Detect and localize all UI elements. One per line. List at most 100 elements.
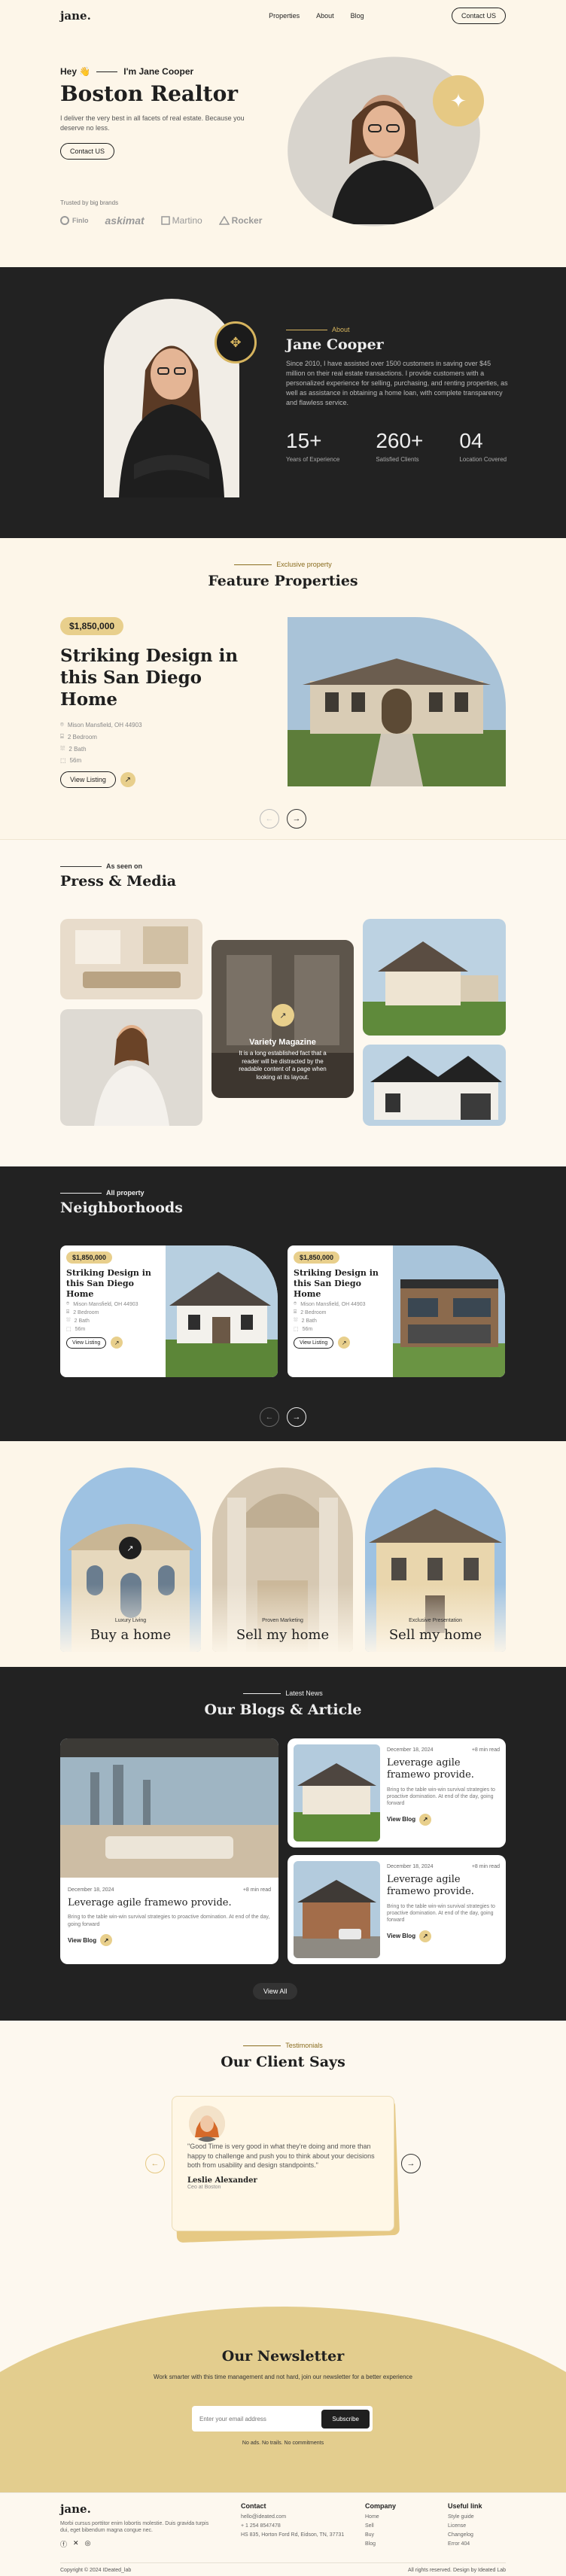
blogs-section: Latest News Our Blogs & Article December… xyxy=(0,1667,566,2021)
view-listing-button[interactable]: View Listing xyxy=(66,1337,107,1349)
sparkle-icon: ✦ xyxy=(433,75,484,126)
footer-link-buy[interactable]: Buy xyxy=(365,2532,433,2538)
footer-link-changelog[interactable]: Changelog xyxy=(448,2532,508,2538)
x-icon[interactable]: ✕ xyxy=(73,2539,79,2549)
subscribe-button[interactable]: Subscribe xyxy=(321,2409,370,2428)
modern-home-image xyxy=(393,1245,505,1377)
service-card-sell[interactable]: Proven Marketing Sell my home xyxy=(212,1467,353,1652)
area-icon: ⬚ xyxy=(294,1327,299,1333)
email-input[interactable] xyxy=(199,2415,322,2422)
service-label: Luxury Living xyxy=(114,1618,147,1623)
stat-item: 260+ Satisfied Clients xyxy=(376,429,423,463)
nav-link-about[interactable]: About xyxy=(316,12,334,20)
copyright: Copyright © 2024 IDeated_lab xyxy=(60,2568,132,2573)
services-section: ↗ Luxury Living Buy a home Proven Market… xyxy=(0,1441,566,1667)
bath-text: 2 Bath xyxy=(68,745,87,753)
facebook-icon[interactable]: ⓕ xyxy=(60,2539,67,2549)
testimonial-name: Leslie Alexander xyxy=(187,2176,257,2185)
arrow-up-right-icon[interactable]: ↗ xyxy=(120,772,135,788)
view-listing-button[interactable]: View Listing xyxy=(294,1337,334,1349)
blog-date: December 18, 2024 xyxy=(68,1887,114,1893)
view-blog-link[interactable]: View Blog ↗ xyxy=(68,1934,271,1947)
house-image xyxy=(363,919,506,1036)
footer-link-error[interactable]: Error 404 xyxy=(448,2541,508,2547)
footer-link-sell[interactable]: Sell xyxy=(365,2523,433,2529)
logo[interactable]: jane. xyxy=(60,9,91,23)
next-arrow-icon[interactable]: → xyxy=(287,1407,306,1427)
price-badge: $1,850,000 xyxy=(294,1252,340,1264)
area-text: 56m xyxy=(75,1326,86,1332)
blog-card-featured[interactable]: December 18, 2024 +8 min read Leverage ag… xyxy=(60,1738,278,1964)
neigh-title: Neighborhoods xyxy=(60,1200,183,1216)
property-card[interactable]: $1,850,000 Striking Design in this San D… xyxy=(288,1245,505,1377)
blog-meta: December 18, 2024 +8 min read xyxy=(387,1864,500,1869)
footer-link-home[interactable]: Home xyxy=(365,2514,433,2520)
next-arrow-icon[interactable]: → xyxy=(287,809,306,829)
bed-icon: ⌸ xyxy=(66,1309,70,1315)
footer-link-style-guide[interactable]: Style guide xyxy=(448,2514,508,2520)
prev-arrow-icon[interactable]: ← xyxy=(260,809,279,829)
about-kicker: About xyxy=(286,326,512,333)
featured-kicker: Exclusive property xyxy=(0,561,566,568)
press-image-living-room[interactable] xyxy=(60,919,202,999)
blogs-kicker: Latest News xyxy=(0,1689,566,1697)
footer-address: HS 835, Horton Ford Rd, Eidson, TN, 3773… xyxy=(241,2532,345,2538)
area-icon: ⬚ xyxy=(66,1327,72,1333)
featured-kicker-label: Exclusive property xyxy=(276,561,332,568)
service-card-buy[interactable]: ↗ Luxury Living Buy a home xyxy=(60,1467,201,1652)
arrow-up-right-icon[interactable]: ↗ xyxy=(111,1337,123,1349)
press-image-portrait[interactable] xyxy=(60,1009,202,1126)
featured-title: Feature Properties xyxy=(208,573,358,589)
blog-card[interactable]: December 18, 2024 +8 min read Leverage ag… xyxy=(288,1855,506,1964)
arrow-up-right-icon[interactable]: ↗ xyxy=(272,1004,294,1026)
featured-pagination: ← → xyxy=(260,809,306,829)
arrow-up-right-icon[interactable]: ↗ xyxy=(338,1337,351,1349)
finlo-icon xyxy=(60,216,69,225)
press-image-modern-house[interactable] xyxy=(363,1045,506,1126)
blog-card-body: December 18, 2024 +8 min read Leverage ag… xyxy=(387,1864,500,1942)
newsletter-form: Subscribe xyxy=(192,2406,373,2432)
testimonial-role: Ceo at Boston xyxy=(187,2184,221,2190)
view-listing-button[interactable]: View Listing xyxy=(60,771,116,789)
nav-contact-button[interactable]: Contact US xyxy=(451,8,506,24)
nav-link-properties[interactable]: Properties xyxy=(269,12,300,20)
footer-email[interactable]: hello@ideated.com xyxy=(241,2514,346,2520)
property-card[interactable]: $1,850,000 Striking Design in this San D… xyxy=(60,1245,278,1377)
view-blog-link[interactable]: View Blog ↗ xyxy=(387,1930,500,1942)
nav-link-blog[interactable]: Blog xyxy=(351,12,364,20)
footer-link-license[interactable]: License xyxy=(448,2523,508,2529)
card-image xyxy=(166,1245,278,1377)
next-arrow-icon[interactable]: → xyxy=(401,2154,421,2173)
variety-magazine-card[interactable]: ↗ Variety Magazine It is a long establis… xyxy=(211,940,354,1098)
instagram-icon[interactable]: ◎ xyxy=(85,2539,91,2549)
rights: All rights reserved. Design by Ideated L… xyxy=(408,2568,506,2573)
hero-contact-button[interactable]: Contact US xyxy=(60,143,115,160)
living-room-image xyxy=(60,919,202,999)
prev-arrow-icon[interactable]: ← xyxy=(260,1407,279,1427)
newsletter-section: Our Newsletter Work smarter with this ti… xyxy=(0,2276,566,2492)
hero-intro: Hey 👋 I'm Jane Cooper Boston Realtor I d… xyxy=(60,66,263,160)
footer-company-heading: Company xyxy=(365,2502,397,2510)
seal-badge-icon: ✥ xyxy=(215,321,257,363)
footer-link-blog[interactable]: Blog xyxy=(365,2541,433,2547)
divider xyxy=(234,564,272,565)
card-title: Striking Design in this San Diego Home xyxy=(294,1268,379,1299)
blog-read-time: +8 min read xyxy=(471,1747,500,1753)
address-text: Mison Mansfield, OH 44903 xyxy=(300,1301,366,1307)
press-image-house[interactable] xyxy=(363,919,506,1036)
divider xyxy=(60,1192,102,1194)
bath-icon: ⛆ xyxy=(60,745,65,753)
arrow-up-right-icon[interactable]: ↗ xyxy=(119,1537,142,1559)
view-all-button[interactable]: View All xyxy=(253,1983,298,2000)
footer-phone[interactable]: + 1 254 8547478 xyxy=(241,2523,346,2529)
footer-brand: jane. Morbi cursus porttitor enim lobort… xyxy=(60,2502,211,2549)
service-card-sell-exclusive[interactable]: Exclusive Presentation Sell my home xyxy=(365,1467,506,1652)
view-blog-link[interactable]: View Blog ↗ xyxy=(387,1813,500,1826)
blog-card[interactable]: December 18, 2024 +8 min read Leverage ag… xyxy=(288,1738,506,1848)
neigh-kicker: All property xyxy=(60,1189,145,1197)
arrow-up-right-icon: ↗ xyxy=(419,1813,432,1826)
top-nav: jane. Properties About Blog Contact US xyxy=(0,0,566,32)
avatar xyxy=(189,2106,225,2142)
prev-arrow-icon[interactable]: ← xyxy=(145,2154,165,2173)
footer-logo[interactable]: jane. xyxy=(60,2502,211,2516)
